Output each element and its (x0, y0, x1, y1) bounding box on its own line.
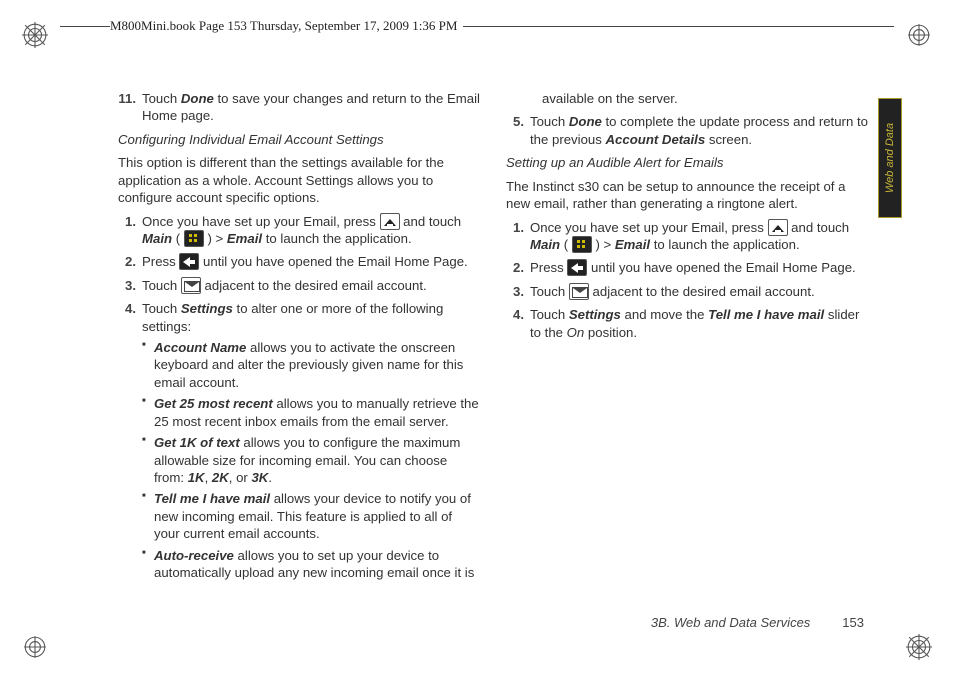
corner-ornament-icon (22, 634, 48, 660)
sub-get-1k: Get 1K of text allows you to configure t… (142, 434, 480, 486)
alert-step-1: 1. Once you have set up your Email, pres… (524, 219, 868, 254)
heading-config-email: Configuring Individual Email Account Set… (118, 131, 480, 148)
alert-step-3: 3. Touch adjacent to the desired email a… (524, 283, 868, 300)
intro-audible: The Instinct s30 can be setup to announc… (506, 178, 868, 213)
config-step-3: 3. Touch adjacent to the desired email a… (136, 277, 480, 294)
page-footer: 3B. Web and Data Services 153 (651, 615, 864, 630)
config-step-5: 5. Touch Done to complete the update pro… (524, 113, 868, 148)
alert-step-2: 2. Press until you have opened the Email… (524, 259, 868, 276)
email-account-icon (181, 277, 201, 294)
footer-page-number: 153 (842, 615, 864, 630)
page-body: 11. Touch Done to save your changes and … (118, 90, 868, 630)
config-step-1: 1. Once you have set up your Email, pres… (136, 213, 480, 248)
header-text: M800Mini.book Page 153 Thursday, Septemb… (110, 18, 463, 34)
side-tab: Web and Data (878, 98, 902, 218)
heading-audible-alert: Setting up an Audible Alert for Emails (506, 154, 868, 171)
back-key-icon (567, 259, 587, 276)
sub-get-25: Get 25 most recent allows you to manuall… (142, 395, 480, 430)
home-key-icon (768, 219, 788, 236)
sub-tell-me: Tell me I have mail allows your device t… (142, 490, 480, 542)
intro-paragraph: This option is different than the settin… (118, 154, 480, 206)
back-key-icon (179, 253, 199, 270)
sub-account-name: Account Name allows you to activate the … (142, 339, 480, 391)
side-tab-label: Web and Data (884, 123, 896, 193)
corner-ornament-icon (906, 634, 932, 660)
corner-ornament-icon (906, 22, 932, 48)
home-key-icon (380, 213, 400, 230)
email-account-icon (569, 283, 589, 300)
alert-step-4: 4. Touch Settings and move the Tell me I… (524, 306, 868, 341)
step-11: 11. Touch Done to save your changes and … (136, 90, 480, 125)
corner-ornament-icon (22, 22, 48, 48)
footer-section: 3B. Web and Data Services (651, 615, 810, 630)
main-grid-icon (184, 230, 204, 247)
config-step-2: 2. Press until you have opened the Email… (136, 253, 480, 270)
main-grid-icon (572, 236, 592, 253)
